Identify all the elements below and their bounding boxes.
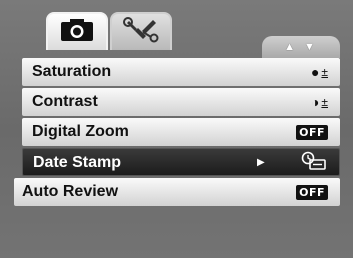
camera-menu-screen: ▲ ▼ Saturation ● ± Contrast ◑ ± Digital … bbox=[0, 0, 353, 258]
off-badge: OFF bbox=[296, 184, 328, 200]
scroll-arrows[interactable]: ▲ ▼ bbox=[262, 36, 340, 58]
saturation-value: ● ± bbox=[311, 58, 328, 86]
scroll-arrows-label: ▲ ▼ bbox=[284, 41, 318, 53]
menu-item-contrast[interactable]: Contrast ◑ ± bbox=[22, 88, 340, 116]
adjust-icon: ± bbox=[321, 65, 328, 79]
menu-item-label: Digital Zoom bbox=[32, 123, 129, 140]
menu-item-auto-review[interactable]: Auto Review OFF bbox=[14, 178, 340, 206]
arrow-right-icon: ▶ bbox=[257, 157, 265, 168]
menu-item-saturation[interactable]: Saturation ● ± bbox=[22, 58, 340, 86]
date-stamp-icon bbox=[301, 151, 327, 176]
date-stamp-value bbox=[301, 149, 327, 177]
saturation-icon: ● bbox=[310, 64, 320, 80]
settings-menu: Saturation ● ± Contrast ◑ ± Digital Zoom… bbox=[14, 58, 340, 208]
menu-item-label: Saturation bbox=[32, 63, 112, 80]
menu-item-date-stamp[interactable]: Date Stamp ▶ bbox=[22, 148, 340, 176]
adjust-icon: ± bbox=[321, 95, 328, 109]
tab-camera[interactable] bbox=[46, 12, 108, 50]
menu-item-digital-zoom[interactable]: Digital Zoom OFF bbox=[22, 118, 340, 146]
auto-review-value: OFF bbox=[296, 178, 328, 206]
menu-tabs bbox=[46, 12, 172, 50]
menu-item-label: Auto Review bbox=[22, 183, 119, 200]
camera-icon bbox=[60, 18, 94, 47]
tab-setup[interactable] bbox=[110, 12, 172, 50]
contrast-icon: ◑ bbox=[310, 94, 320, 110]
menu-item-label: Contrast bbox=[32, 93, 98, 110]
digital-zoom-value: OFF bbox=[296, 118, 328, 146]
contrast-value: ◑ ± bbox=[311, 88, 328, 116]
menu-item-label: Date Stamp bbox=[33, 154, 122, 171]
off-badge: OFF bbox=[296, 124, 328, 140]
tools-icon bbox=[123, 16, 159, 48]
